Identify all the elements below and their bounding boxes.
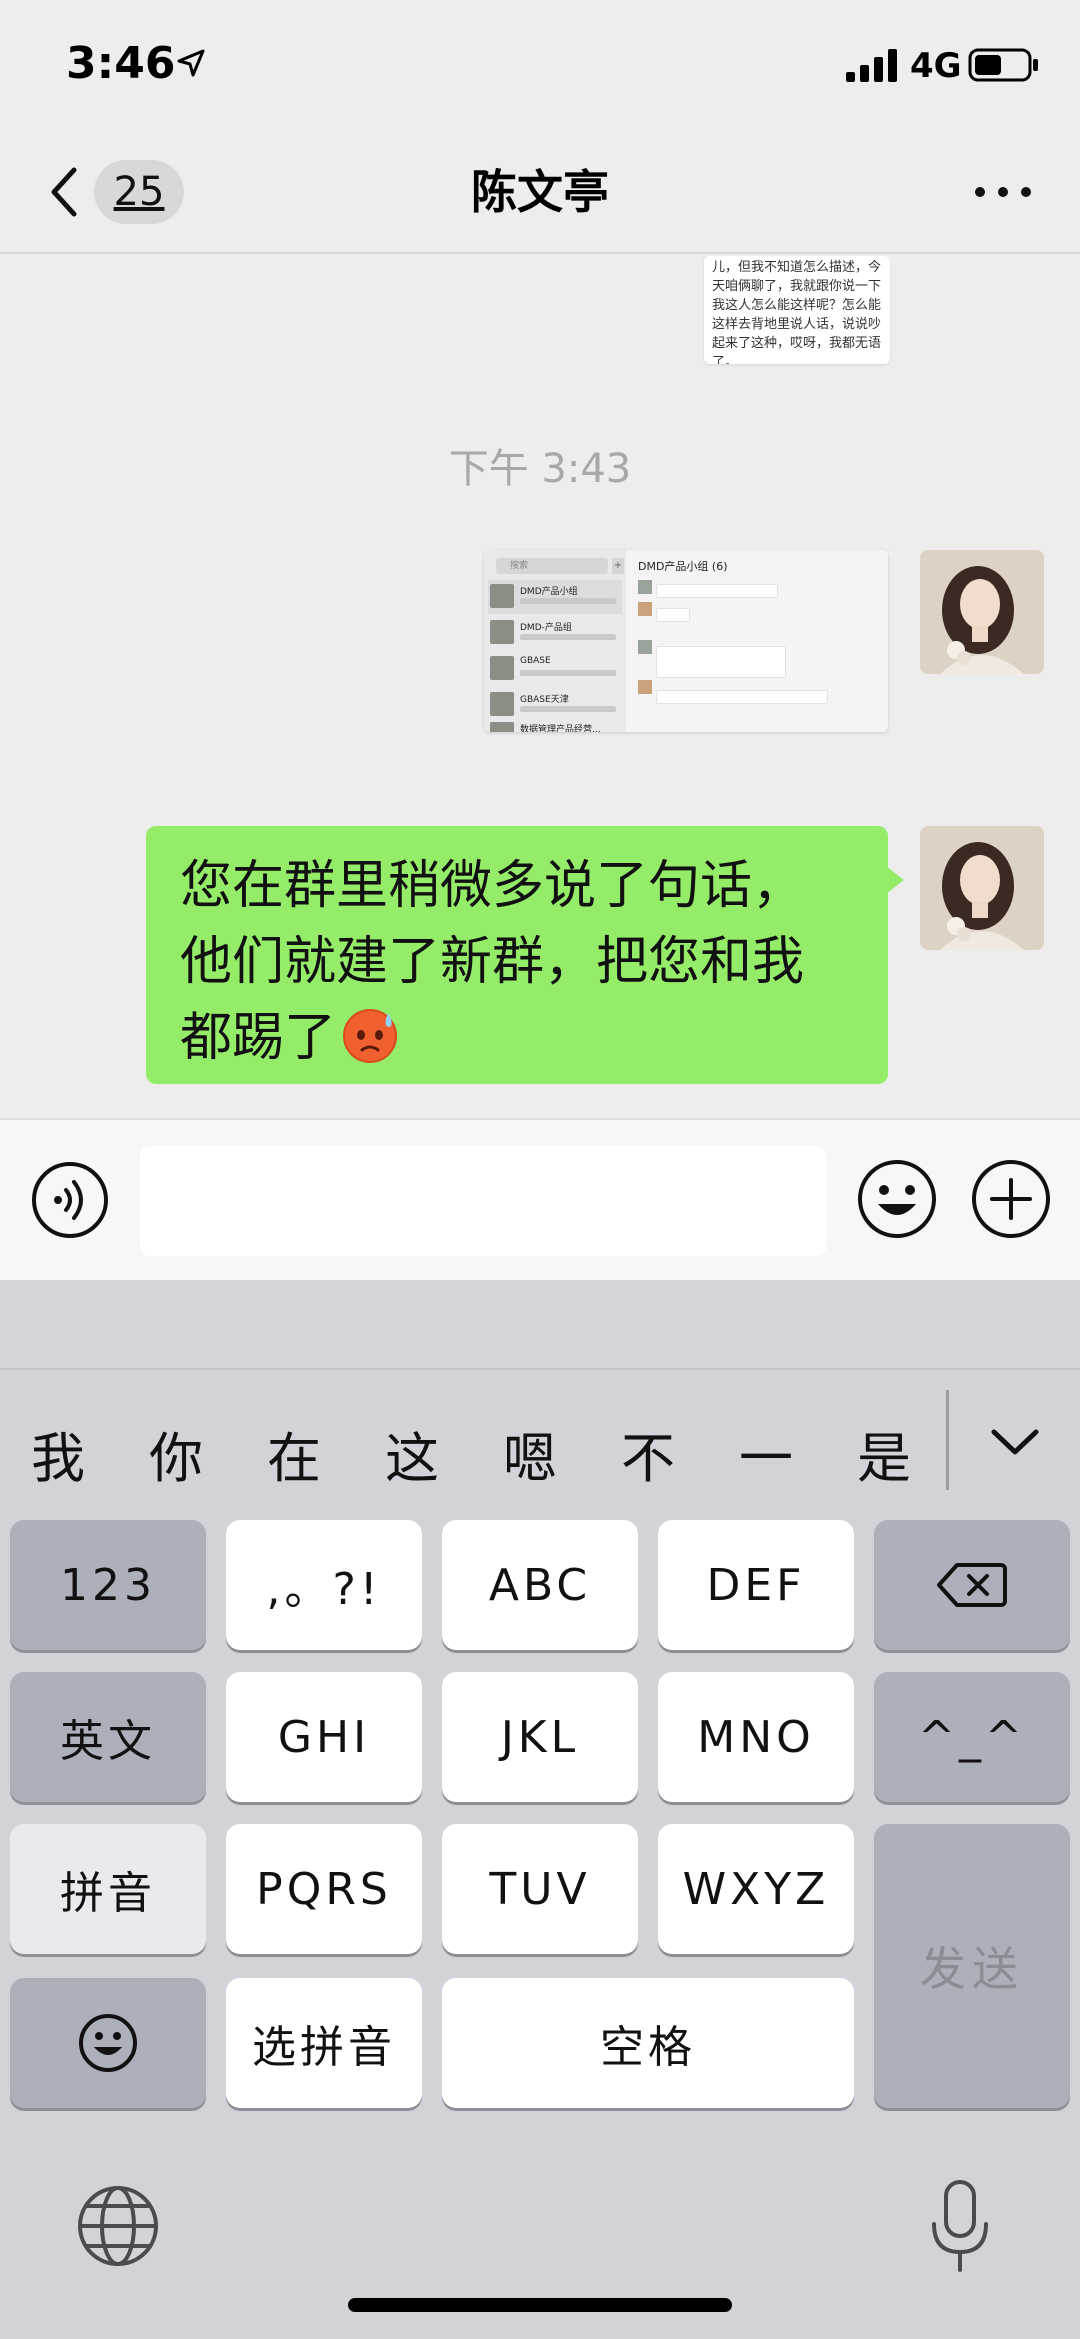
plus-circle-icon[interactable] [970, 1158, 1052, 1240]
message-bubble[interactable]: 您在群里稍微多说了句话，他们就建了新群，把您和我都踢了 [146, 826, 888, 1084]
microphone-icon[interactable] [928, 2178, 992, 2274]
emoji-face-icon [79, 2014, 137, 2072]
avatar-portrait [920, 550, 1044, 674]
home-indicator[interactable] [348, 2298, 732, 2312]
key-ghi[interactable]: GHI [226, 1672, 422, 1802]
keyboard: 我 你 在 这 嗯 不 一 是 [0, 1280, 1080, 2339]
voice-icon[interactable] [30, 1160, 110, 1240]
status-time: 3:46 [66, 38, 176, 89]
key-delete[interactable] [874, 1520, 1070, 1650]
keyboard-top-area [0, 1280, 1080, 1370]
chat-area[interactable]: 儿，但我不知道怎么描述，今天咱俩聊了，我就跟你说一下我这人怎么能这样呢？怎么能这… [0, 256, 1080, 1118]
key-english[interactable]: 英文 [10, 1672, 206, 1802]
battery-icon [968, 48, 1038, 82]
key-abc[interactable]: ABC [442, 1520, 638, 1650]
candidate-item[interactable]: 在 [254, 1414, 334, 1493]
unread-count-badge[interactable]: 25 [94, 160, 184, 224]
candidate-bar: 我 你 在 这 嗯 不 一 是 [0, 1372, 1080, 1512]
globe-icon[interactable] [76, 2184, 160, 2268]
ellipsis-icon[interactable] [966, 160, 1040, 224]
avatar[interactable] [920, 826, 1044, 950]
status-bar: 3:46 4G [0, 0, 1080, 130]
chevron-left-icon[interactable] [40, 160, 94, 224]
candidate-item[interactable]: 我 [18, 1414, 98, 1493]
message-input[interactable] [140, 1146, 826, 1256]
key-punctuation[interactable]: ,。?! [226, 1520, 422, 1650]
sweat-face-emoji [343, 1009, 398, 1063]
network-label: 4G [910, 46, 962, 86]
candidate-item[interactable]: 这 [372, 1414, 452, 1493]
screenshot-row: DMD-产品组 [488, 616, 622, 650]
previous-image-message[interactable]: 儿，但我不知道怎么描述，今天咱俩聊了，我就跟你说一下我这人怎么能这样呢？怎么能这… [704, 256, 890, 364]
screenshot-search: 搜索 [496, 558, 608, 574]
key-123[interactable]: 123 [10, 1520, 206, 1650]
screenshot-row: GBASE天津 [488, 688, 622, 722]
key-tuv[interactable]: TUV [442, 1824, 638, 1954]
key-space[interactable]: 空格 [442, 1978, 854, 2108]
smiley-icon[interactable] [856, 1158, 938, 1240]
key-select-pinyin[interactable]: 选拼音 [226, 1978, 422, 2108]
candidate-item[interactable]: 一 [726, 1414, 806, 1493]
key-pqrs[interactable]: PQRS [226, 1824, 422, 1954]
nav-bar: 陈文亭 25 [0, 130, 1080, 254]
location-arrow-icon [177, 49, 205, 77]
screenshot-row: DMD产品小组 [488, 580, 622, 614]
key-mno[interactable]: MNO [658, 1672, 854, 1802]
screenshot-chat-window: DMD产品小组 (6) [626, 550, 888, 732]
chevron-down-icon[interactable] [980, 1408, 1050, 1478]
signal-bars-icon [846, 49, 897, 82]
backspace-icon [937, 1563, 1007, 1607]
candidate-item[interactable]: 不 [608, 1414, 688, 1493]
key-def[interactable]: DEF [658, 1520, 854, 1650]
input-bar [0, 1118, 1080, 1280]
candidate-item[interactable]: 是 [844, 1414, 924, 1493]
candidate-item[interactable]: 你 [136, 1414, 216, 1493]
send-key[interactable]: 发送 [874, 1824, 1070, 2108]
avatar-portrait [920, 826, 1044, 950]
bubble-tail [886, 866, 904, 894]
screenshot-plus: + [612, 558, 624, 574]
screenshot-chat-list: 搜索 + DMD产品小组 DMD-产品组 GBASE GBASE天津 数据管理产… [484, 550, 626, 732]
screenshot-row: 数据管理产品经营... [488, 718, 622, 732]
key-emoji[interactable] [10, 1978, 206, 2108]
screenshot-image-message[interactable]: 搜索 + DMD产品小组 DMD-产品组 GBASE GBASE天津 数据管理产… [484, 550, 888, 732]
candidate-item[interactable]: 嗯 [490, 1414, 570, 1493]
key-pinyin[interactable]: 拼音 [10, 1824, 206, 1954]
message-timestamp: 下午 3:43 [448, 446, 632, 492]
avatar[interactable] [920, 550, 1044, 674]
key-kaomoji[interactable]: ^_^ [874, 1672, 1070, 1802]
candidate-divider [946, 1390, 949, 1490]
key-jkl[interactable]: JKL [442, 1672, 638, 1802]
key-wxyz[interactable]: WXYZ [658, 1824, 854, 1954]
message-text: 您在群里稍微多说了句话，他们就建了新群，把您和我都踢了 [180, 856, 805, 1068]
previous-image-text: 儿，但我不知道怎么描述，今天咱俩聊了，我就跟你说一下我这人怎么能这样呢？怎么能这… [712, 260, 882, 364]
screenshot-group-title: DMD产品小组 (6) [638, 560, 728, 573]
screenshot-row: GBASE [488, 652, 622, 686]
